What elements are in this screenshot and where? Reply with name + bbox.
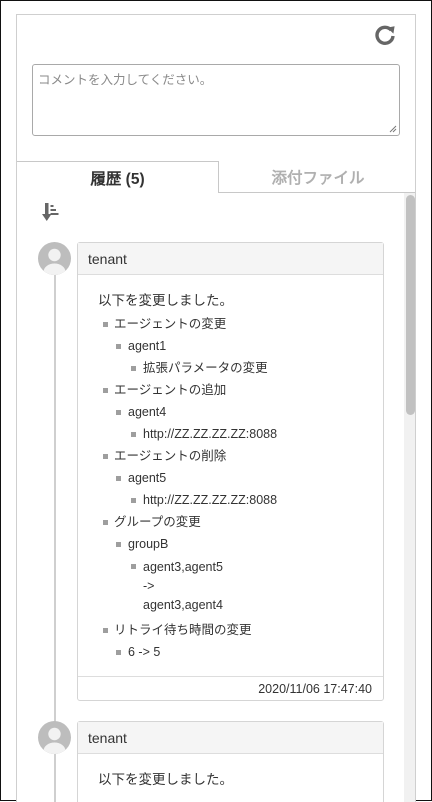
change-subitem: agent1 拡張パラメータの変更 <box>98 335 383 379</box>
change-detail: agent3,agent5 -> agent3,agent4 <box>98 555 383 619</box>
entry-user: tenant <box>78 722 383 754</box>
history-entry-card: tenant 以下を変更しました。 <box>77 721 384 802</box>
app-frame: 履歴 (5) 添付ファイル tenant 以下を変更しました。 <box>0 0 432 802</box>
change-item: リトライ待ち時間の変更 6 -> 5 <box>98 619 383 663</box>
user-avatar-icon <box>38 721 71 754</box>
tab-history[interactable]: 履歴 (5) <box>17 161 219 193</box>
change-subitem: agent4 http://ZZ.ZZ.ZZ.ZZ:8088 <box>98 401 383 445</box>
entry-title: 以下を変更しました。 <box>98 293 233 309</box>
entry-timestamp: 2020/11/06 17:47:40 <box>78 676 383 700</box>
entry-user: tenant <box>78 243 383 275</box>
tab-attachments[interactable]: 添付ファイル <box>219 161 415 193</box>
history-panel: 履歴 (5) 添付ファイル tenant 以下を変更しました。 <box>16 14 416 802</box>
history-entry-card: tenant 以下を変更しました。 エージェントの変更 agent1 拡張パラメ… <box>77 242 384 701</box>
comment-input[interactable] <box>33 65 399 135</box>
change-item: グループの変更 groupB agent3,agent5 -> agent3,a… <box>98 511 383 619</box>
change-item: エージェントの追加 agent4 http://ZZ.ZZ.ZZ.ZZ:8088 <box>98 379 383 445</box>
change-detail: http://ZZ.ZZ.ZZ.ZZ:8088 <box>98 423 383 445</box>
sort-descending-icon[interactable] <box>42 202 62 224</box>
change-item: エージェントの削除 agent5 http://ZZ.ZZ.ZZ.ZZ:8088 <box>98 445 383 511</box>
change-subitem: 6 -> 5 <box>98 641 383 663</box>
scrollbar[interactable] <box>404 193 415 802</box>
change-subitem: agent5 http://ZZ.ZZ.ZZ.ZZ:8088 <box>98 467 383 511</box>
bullet <box>103 322 108 327</box>
resize-handle-icon[interactable] <box>389 125 397 133</box>
refresh-icon[interactable] <box>374 24 396 46</box>
comment-input-box[interactable] <box>32 64 400 136</box>
scrollbar-thumb[interactable] <box>406 195 415 415</box>
change-subitem: groupB agent3,agent5 -> agent3,agent4 <box>98 533 383 619</box>
entry-title: 以下を変更しました。 <box>98 772 233 788</box>
change-detail: http://ZZ.ZZ.ZZ.ZZ:8088 <box>98 489 383 511</box>
tab-bar: 履歴 (5) 添付ファイル <box>17 161 415 193</box>
change-item: エージェントの変更 agent1 拡張パラメータの変更 <box>98 313 383 379</box>
change-detail: 拡張パラメータの変更 <box>98 357 383 379</box>
user-avatar-icon <box>38 242 71 275</box>
